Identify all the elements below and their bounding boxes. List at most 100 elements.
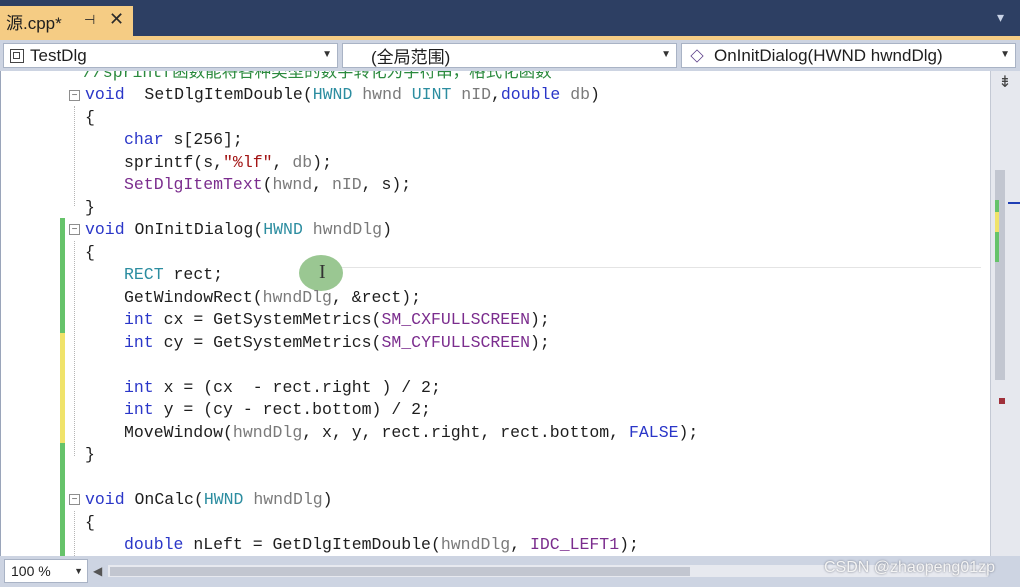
close-icon[interactable]: ✕ [109, 9, 124, 30]
tab-overflow-dropdown-icon[interactable]: ▾ [997, 9, 1004, 26]
code-token: { [85, 108, 95, 127]
code-token: ); [530, 310, 550, 329]
code-line[interactable]: RECT rect; [124, 264, 990, 287]
code-token: ); [312, 153, 332, 172]
code-line[interactable]: void OnCalc(HWND hwndDlg) [85, 489, 990, 512]
code-line[interactable] [124, 467, 990, 490]
code-token: int [124, 333, 154, 352]
code-line[interactable]: int x = (cx - rect.right ) / 2; [124, 377, 990, 400]
code-line[interactable]: void OnInitDialog(HWND hwndDlg) [85, 219, 990, 242]
document-tab-source-cpp[interactable]: 源.cpp* ⊣ ✕ [0, 6, 133, 36]
code-line[interactable] [124, 354, 990, 377]
document-tab-strip: 源.cpp* ⊣ ✕ ▾ [0, 0, 1020, 40]
pin-icon[interactable]: ⊣ [84, 12, 95, 28]
code-token: , [510, 535, 530, 554]
code-token: OnInitDialog( [124, 220, 264, 239]
code-line[interactable]: SetDlgItemText(hwnd, nID, s); [124, 174, 990, 197]
code-line[interactable]: } [85, 444, 990, 467]
code-token: double [500, 85, 561, 104]
code-line[interactable]: int cy = GetSystemMetrics(SM_CYFULLSCREE… [124, 332, 990, 355]
editor-status-bar: 100 % ▼ ◀ CSDN @zhaopeng01zp [0, 556, 1020, 587]
code-token: } [85, 198, 95, 217]
outline-guide [74, 106, 75, 206]
code-token: double [124, 535, 184, 554]
code-line[interactable]: char s[256]; [124, 129, 990, 152]
code-token: //sprintf函数能将各种类型的数字转化为字符串，格式化函数 [83, 71, 552, 82]
code-line[interactable]: { [85, 242, 990, 265]
overview-change-marker [995, 232, 999, 262]
code-token: , s); [361, 175, 412, 194]
code-line[interactable]: sprintf(s,"%lf", db); [124, 152, 990, 175]
code-line[interactable]: { [85, 107, 990, 130]
overview-change-marker [995, 200, 999, 212]
project-scope-label: TestDlg [30, 45, 87, 65]
code-token: nID [331, 175, 362, 194]
caret-position-marker [1008, 202, 1020, 204]
code-editor[interactable]: − − − I //sprintf函数能将各种类型的数字转化为字符串，格式化函数… [0, 71, 990, 556]
code-token: nID [451, 85, 491, 104]
code-token: ); [678, 423, 699, 442]
code-token: void [85, 490, 125, 509]
code-token: MoveWindow( [124, 423, 233, 442]
code-token: SM_CXFULLSCREEN [381, 310, 530, 329]
code-line[interactable]: } [85, 197, 990, 220]
code-token: HWND [203, 490, 244, 509]
code-line[interactable]: void SetDlgItemDouble(HWND hwnd UINT nID… [85, 84, 990, 107]
code-token: HWND [312, 85, 353, 104]
outline-guide [74, 241, 75, 456]
code-token: RECT [124, 265, 164, 284]
code-token: } [85, 445, 95, 464]
code-token: cy = GetSystemMetrics( [153, 333, 382, 352]
member-label: OnInitDialog(HWND hwndDlg) [714, 45, 943, 65]
code-token: ); [619, 535, 639, 554]
code-token: cx = GetSystemMetrics( [153, 310, 382, 329]
project-scope-dropdown[interactable]: TestDlg ▼ [3, 43, 338, 68]
code-token: sprintf(s, [124, 153, 224, 172]
chevron-down-icon: ▼ [74, 566, 83, 576]
fold-toggle-icon[interactable]: − [69, 494, 80, 505]
fold-toggle-icon[interactable]: − [69, 90, 80, 101]
split-window-icon[interactable]: ⇟ [994, 73, 1016, 95]
fold-toggle-icon[interactable]: − [69, 224, 80, 235]
code-line[interactable]: { [85, 512, 990, 535]
chevron-down-icon: ▼ [661, 49, 671, 60]
code-token: int [124, 378, 154, 397]
code-token: GetWindowRect( [124, 288, 263, 307]
type-scope-dropdown[interactable]: (全局范围) ▼ [342, 43, 677, 68]
change-marker-unsaved [60, 333, 65, 443]
code-line[interactable]: //sprintf函数能将各种类型的数字转化为字符串，格式化函数 [83, 71, 990, 85]
watermark: CSDN @zhaopeng01zp [824, 559, 996, 576]
code-token: int [124, 400, 154, 419]
scroll-left-icon[interactable]: ◀ [93, 564, 102, 578]
code-token: void [85, 220, 125, 239]
member-dropdown[interactable]: OnInitDialog(HWND hwndDlg) ▼ [681, 43, 1016, 68]
code-token: int [124, 310, 154, 329]
code-token: db [292, 153, 313, 172]
code-token: FALSE [629, 423, 679, 442]
code-line[interactable]: int cx = GetSystemMetrics(SM_CXFULLSCREE… [124, 309, 990, 332]
code-token: OnCalc( [124, 490, 204, 509]
change-marker-saved [60, 218, 65, 333]
code-token: "%lf" [223, 153, 273, 172]
navigation-bar: TestDlg ▼ (全局范围) ▼ OnInitDialog(HWND hwn… [0, 40, 1020, 71]
chevron-down-icon: ▼ [1000, 49, 1010, 60]
code-token: , [491, 85, 501, 104]
code-token: UINT [411, 85, 452, 104]
code-token: hwndDlg [262, 288, 332, 307]
code-token: , [272, 153, 293, 172]
zoom-dropdown[interactable]: 100 % ▼ [4, 559, 88, 583]
code-token: SM_CYFULLSCREEN [381, 333, 530, 352]
code-token: HWND [263, 220, 303, 239]
code-token: ) [590, 85, 600, 104]
overview-change-marker [995, 212, 999, 232]
code-line[interactable]: int y = (cy - rect.bottom) / 2; [124, 399, 990, 422]
code-token: ) [382, 220, 392, 239]
code-line[interactable]: double nLeft = GetDlgItemDouble(hwndDlg,… [124, 534, 990, 556]
horizontal-scroll-thumb[interactable] [110, 567, 690, 576]
code-token: void [85, 85, 125, 104]
code-token: IDC_LEFT1 [530, 535, 620, 554]
code-line[interactable]: MoveWindow(hwndDlg, x, y, rect.right, re… [124, 422, 990, 445]
code-line[interactable]: GetWindowRect(hwndDlg, &rect); [124, 287, 990, 310]
code-token: db [560, 85, 591, 104]
